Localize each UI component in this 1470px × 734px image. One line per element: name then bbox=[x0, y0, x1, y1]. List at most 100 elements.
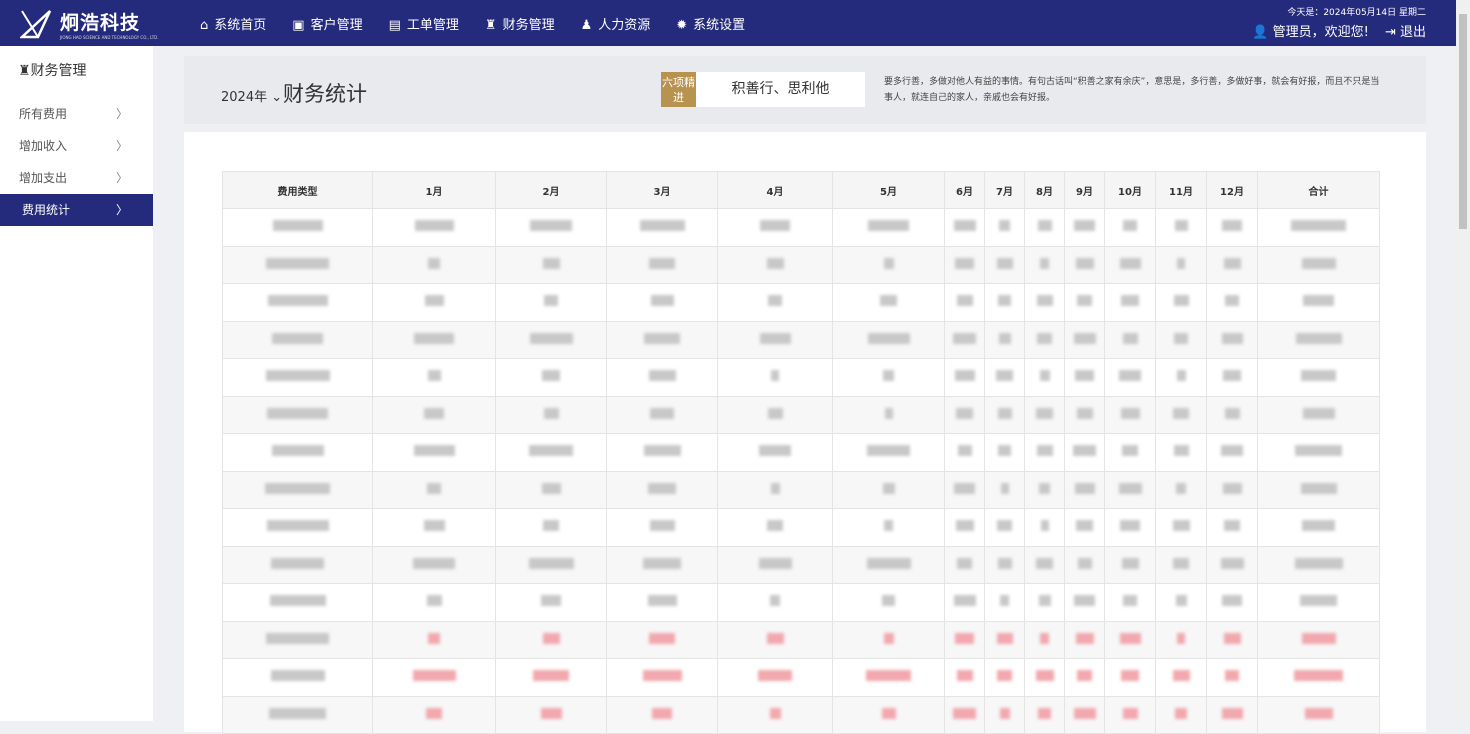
blurred-value bbox=[267, 407, 328, 419]
money-bag-icon: ♜ bbox=[18, 63, 31, 79]
table-row bbox=[222, 583, 1380, 622]
logo[interactable]: 炯浩科技 JIONG HAO SCIENCE AND TECHNOLOGY CO.… bbox=[20, 7, 159, 41]
table-cell bbox=[984, 470, 1025, 509]
column-header[interactable]: 费用类型 bbox=[222, 171, 373, 209]
column-header[interactable]: 3月 bbox=[606, 171, 718, 209]
year-select[interactable]: 2024年 ⌄ bbox=[221, 86, 282, 105]
blurred-value bbox=[1076, 407, 1093, 419]
table-cell bbox=[1155, 208, 1207, 247]
table-cell bbox=[832, 695, 945, 734]
blurred-value bbox=[1118, 482, 1142, 494]
blurred-value bbox=[1073, 332, 1096, 344]
table-cell bbox=[495, 208, 607, 247]
column-header[interactable]: 11月 bbox=[1155, 171, 1207, 209]
chevron-down-icon: ⌄ bbox=[271, 90, 283, 105]
table-cell bbox=[372, 545, 496, 584]
table-cell bbox=[1104, 508, 1156, 547]
column-header[interactable]: 7月 bbox=[984, 171, 1025, 209]
blurred-value bbox=[996, 632, 1013, 644]
blurred-value bbox=[770, 595, 780, 607]
nav-item-2[interactable]: ▤ 工单管理 bbox=[389, 14, 459, 33]
blurred-value bbox=[269, 595, 326, 607]
nav-item-0[interactable]: ⌂ 系统首页 bbox=[200, 14, 266, 33]
table-cell bbox=[1206, 433, 1258, 472]
blurred-value bbox=[529, 445, 573, 457]
column-header[interactable]: 2月 bbox=[495, 171, 607, 209]
logout-button[interactable]: ⇥ 退出 bbox=[1385, 25, 1426, 40]
blurred-value bbox=[1222, 595, 1242, 607]
column-header[interactable]: 12月 bbox=[1206, 171, 1258, 209]
table-cell bbox=[1257, 695, 1380, 734]
blurred-value bbox=[1224, 407, 1240, 419]
blurred-value bbox=[1223, 632, 1241, 644]
table-cell bbox=[832, 358, 945, 397]
column-header[interactable]: 10月 bbox=[1104, 171, 1156, 209]
table-cell bbox=[1155, 695, 1207, 734]
table-cell bbox=[495, 320, 607, 359]
blurred-value bbox=[1302, 407, 1335, 419]
table-cell bbox=[606, 208, 718, 247]
page-title: 财务统计 bbox=[283, 82, 367, 106]
table-cell bbox=[832, 208, 945, 247]
blurred-value bbox=[1172, 670, 1190, 682]
nav-item-4[interactable]: ♟ 人力资源 bbox=[581, 14, 651, 33]
table-cell bbox=[944, 245, 985, 284]
blurred-value bbox=[882, 482, 895, 494]
column-header[interactable]: 6月 bbox=[944, 171, 985, 209]
main-nav: ⌂ 系统首页 ▣ 客户管理 ▤ 工单管理 ♜ 财务管理 ♟ 人力资源 ✹ 系统设置 bbox=[200, 0, 745, 46]
blurred-value bbox=[1040, 257, 1049, 269]
blurred-value bbox=[649, 257, 675, 269]
column-header[interactable]: 8月 bbox=[1024, 171, 1065, 209]
table-cell bbox=[1064, 470, 1105, 509]
blurred-value bbox=[1035, 670, 1054, 682]
scrollbar-thumb[interactable] bbox=[1459, 14, 1467, 229]
column-header[interactable]: 9月 bbox=[1064, 171, 1105, 209]
blurred-value bbox=[269, 707, 326, 719]
table-cell bbox=[717, 245, 833, 284]
column-header[interactable]: 合计 bbox=[1257, 171, 1380, 209]
blurred-value bbox=[759, 332, 791, 344]
blurred-value bbox=[1304, 707, 1333, 719]
table-cell bbox=[1024, 358, 1065, 397]
blurred-value bbox=[1075, 632, 1094, 644]
blurred-value bbox=[413, 557, 455, 569]
sidebar-item-0[interactable]: 所有费用〉 bbox=[0, 98, 153, 130]
scrollbar[interactable] bbox=[1456, 0, 1470, 721]
sidebar-item-2[interactable]: 增加支出〉 bbox=[0, 162, 153, 194]
table-cell bbox=[944, 208, 985, 247]
motto-description: 要多行善，多做对他人有益的事情。有句古话叫“积善之家有余庆”，意思是，多行善，多… bbox=[884, 77, 1380, 103]
home-icon: ⌂ bbox=[200, 17, 209, 33]
table-cell bbox=[606, 320, 718, 359]
table-cell bbox=[1206, 245, 1258, 284]
blurred-value bbox=[998, 445, 1011, 457]
user-icon: 👤 bbox=[1252, 25, 1273, 40]
column-header[interactable]: 1月 bbox=[372, 171, 496, 209]
table-cell bbox=[1257, 395, 1380, 434]
blurred-value bbox=[1036, 295, 1053, 307]
table-cell bbox=[1206, 283, 1258, 322]
blurred-value bbox=[1119, 370, 1141, 382]
column-header[interactable]: 5月 bbox=[832, 171, 945, 209]
nav-item-1[interactable]: ▣ 客户管理 bbox=[292, 14, 362, 33]
table-cell bbox=[222, 470, 373, 509]
nav-item-3[interactable]: ♜ 财务管理 bbox=[485, 14, 555, 33]
column-header[interactable]: 4月 bbox=[717, 171, 833, 209]
table-cell bbox=[1024, 583, 1065, 622]
blurred-value bbox=[639, 220, 685, 232]
blurred-value bbox=[1037, 220, 1052, 232]
table-cell bbox=[1155, 508, 1207, 547]
table-cell bbox=[1064, 320, 1105, 359]
content-panel: 费用类型 1月 2月 3月 4月 5月 6月 7月 8月 9月 10月 11月 12月 合计 bbox=[184, 132, 1426, 734]
table-cell bbox=[717, 320, 833, 359]
date-text: 今天是：2024年05月14日 星期二 bbox=[1287, 8, 1426, 18]
sidebar-item-3[interactable]: 费用统计〉 bbox=[0, 194, 153, 226]
table-cell bbox=[1104, 620, 1156, 659]
blurred-value bbox=[866, 670, 911, 682]
blurred-value bbox=[1300, 482, 1337, 494]
table-cell bbox=[944, 395, 985, 434]
blurred-value bbox=[1291, 220, 1346, 232]
blurred-value bbox=[424, 407, 444, 419]
blurred-value bbox=[953, 332, 976, 344]
sidebar-item-1[interactable]: 增加收入〉 bbox=[0, 130, 153, 162]
nav-item-5[interactable]: ✹ 系统设置 bbox=[676, 14, 745, 33]
